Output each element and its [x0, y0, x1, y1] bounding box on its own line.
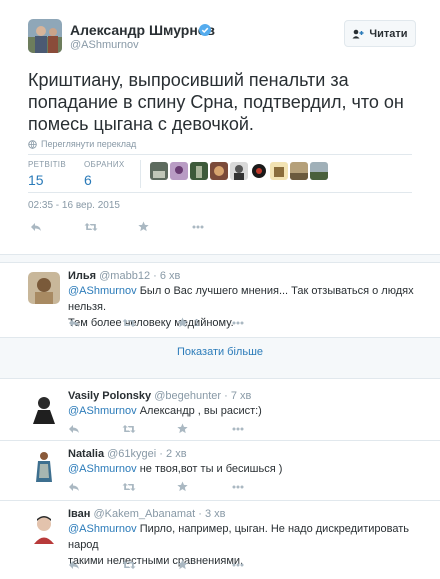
- favoriter-avatar[interactable]: [270, 162, 288, 180]
- reply-icon[interactable]: [30, 222, 42, 232]
- reply-handle[interactable]: @mabb12: [99, 270, 150, 282]
- author-name[interactable]: Александр Шмурнов: [70, 22, 215, 38]
- retweet-icon[interactable]: [122, 318, 136, 328]
- favoriter-avatar[interactable]: [230, 162, 248, 180]
- globe-icon: [28, 139, 37, 149]
- favorite-icon[interactable]: [177, 559, 188, 570]
- reply-time[interactable]: · 7 хв: [224, 390, 251, 402]
- more-icon[interactable]: [232, 563, 244, 567]
- retweet-icon[interactable]: [122, 482, 136, 492]
- favorite-icon[interactable]: [177, 423, 188, 434]
- reply-handle[interactable]: @61kygei: [107, 448, 156, 460]
- reply-text-line1: не твоя,вот ты и бесишься ): [136, 463, 283, 475]
- tweet-text: Криштиану, выпросивший пенальти за попад…: [28, 70, 404, 134]
- reply-avatar[interactable]: [28, 450, 60, 482]
- reply-avatar[interactable]: [28, 392, 60, 424]
- favorite-icon[interactable]: [177, 481, 188, 492]
- stats-divider-bottom: [28, 192, 412, 193]
- reply-avatar[interactable]: [28, 272, 60, 304]
- follow-user-icon: [352, 29, 364, 39]
- reply-text: @AShmurnov Пирло, например, цыган. Не на…: [68, 521, 418, 569]
- favoriter-avatar[interactable]: [250, 162, 268, 180]
- show-more-link[interactable]: Показати більше: [0, 346, 440, 358]
- favoriter-avatar[interactable]: [190, 162, 208, 180]
- reply-mention[interactable]: @AShmurnov: [68, 463, 137, 475]
- stats-vertical-divider: [140, 160, 141, 188]
- more-icon[interactable]: [192, 225, 204, 229]
- favorites-stat[interactable]: ОБРАНИХ 6: [84, 160, 125, 188]
- retweet-icon[interactable]: [122, 424, 136, 434]
- translate-link[interactable]: Переглянути переклад: [28, 139, 136, 149]
- favoriter-avatar[interactable]: [290, 162, 308, 180]
- retweets-stat[interactable]: РЕТВІТІВ 15: [28, 160, 66, 188]
- retweet-icon[interactable]: [122, 560, 136, 570]
- favoriter-avatar[interactable]: [170, 162, 188, 180]
- reply-icon[interactable]: [68, 560, 80, 570]
- more-icon[interactable]: [232, 427, 244, 431]
- reply-header: Natalia @61kygei · 2 хв: [68, 448, 187, 460]
- tweet-timestamp[interactable]: 02:35 - 16 вер. 2015: [28, 200, 120, 211]
- author-handle[interactable]: @AShmurnov: [70, 39, 139, 51]
- reply-name[interactable]: Іван: [68, 508, 90, 520]
- reply-header: Іван @Kakem_Abanamat · 3 хв: [68, 508, 225, 520]
- reply-divider: [0, 440, 440, 441]
- follow-button[interactable]: Читати: [344, 20, 416, 47]
- reply-text-line2: такими нелестными сравнениями.: [68, 555, 244, 567]
- reply-icon[interactable]: [68, 424, 80, 434]
- favorites-count: 6: [84, 172, 92, 188]
- reply-time[interactable]: · 6 хв: [153, 270, 180, 282]
- panel-top-border: [0, 254, 440, 255]
- reply-handle[interactable]: @begehunter: [154, 390, 221, 402]
- favorite-icon[interactable]: [177, 317, 188, 328]
- reply-header: Илья @mabb12 · 6 хв: [68, 270, 180, 282]
- reply-divider: [0, 500, 440, 501]
- reply-mention[interactable]: @AShmurnov: [68, 285, 137, 297]
- reply-text-line2: Тем более человеку медийному.: [68, 317, 234, 329]
- favorite-icon[interactable]: [138, 221, 149, 232]
- reply-name[interactable]: Илья: [68, 270, 96, 282]
- more-icon[interactable]: [232, 321, 244, 325]
- reply-avatar[interactable]: [28, 512, 60, 544]
- reply-time[interactable]: · 3 хв: [198, 508, 225, 520]
- favoriter-avatar[interactable]: [310, 162, 328, 180]
- reply-mention[interactable]: @AShmurnov: [68, 405, 137, 417]
- reply-time[interactable]: · 2 хв: [159, 448, 186, 460]
- reply-text: @AShmurnov Александр , вы расист:): [68, 403, 418, 419]
- reply-text: @AShmurnov не твоя,вот ты и бесишься ): [68, 461, 418, 477]
- favoriter-avatar[interactable]: [210, 162, 228, 180]
- verified-badge-icon: [199, 24, 211, 36]
- reply-handle[interactable]: @Kakem_Abanamat: [94, 508, 196, 520]
- author-avatar[interactable]: [28, 19, 62, 53]
- favorites-label: ОБРАНИХ: [84, 160, 125, 169]
- stats-divider-top: [28, 154, 412, 155]
- favoriter-avatar[interactable]: [150, 162, 168, 180]
- follow-label: Читати: [369, 27, 408, 40]
- reply-icon[interactable]: [68, 318, 80, 328]
- reply-header: Vasily Polonsky @begehunter · 7 хв: [68, 390, 251, 402]
- more-icon[interactable]: [232, 485, 244, 489]
- reply-name[interactable]: Natalia: [68, 448, 104, 460]
- retweets-count: 15: [28, 172, 44, 188]
- translate-label: Переглянути переклад: [41, 139, 137, 149]
- favorite-count: 1: [194, 318, 200, 329]
- reply-icon[interactable]: [68, 482, 80, 492]
- reply-mention[interactable]: @AShmurnov: [68, 523, 137, 535]
- retweets-label: РЕТВІТІВ: [28, 160, 66, 169]
- reply-text-line1: Александр , вы расист:): [136, 405, 262, 417]
- reply-name[interactable]: Vasily Polonsky: [68, 390, 151, 402]
- retweet-icon[interactable]: [84, 222, 98, 232]
